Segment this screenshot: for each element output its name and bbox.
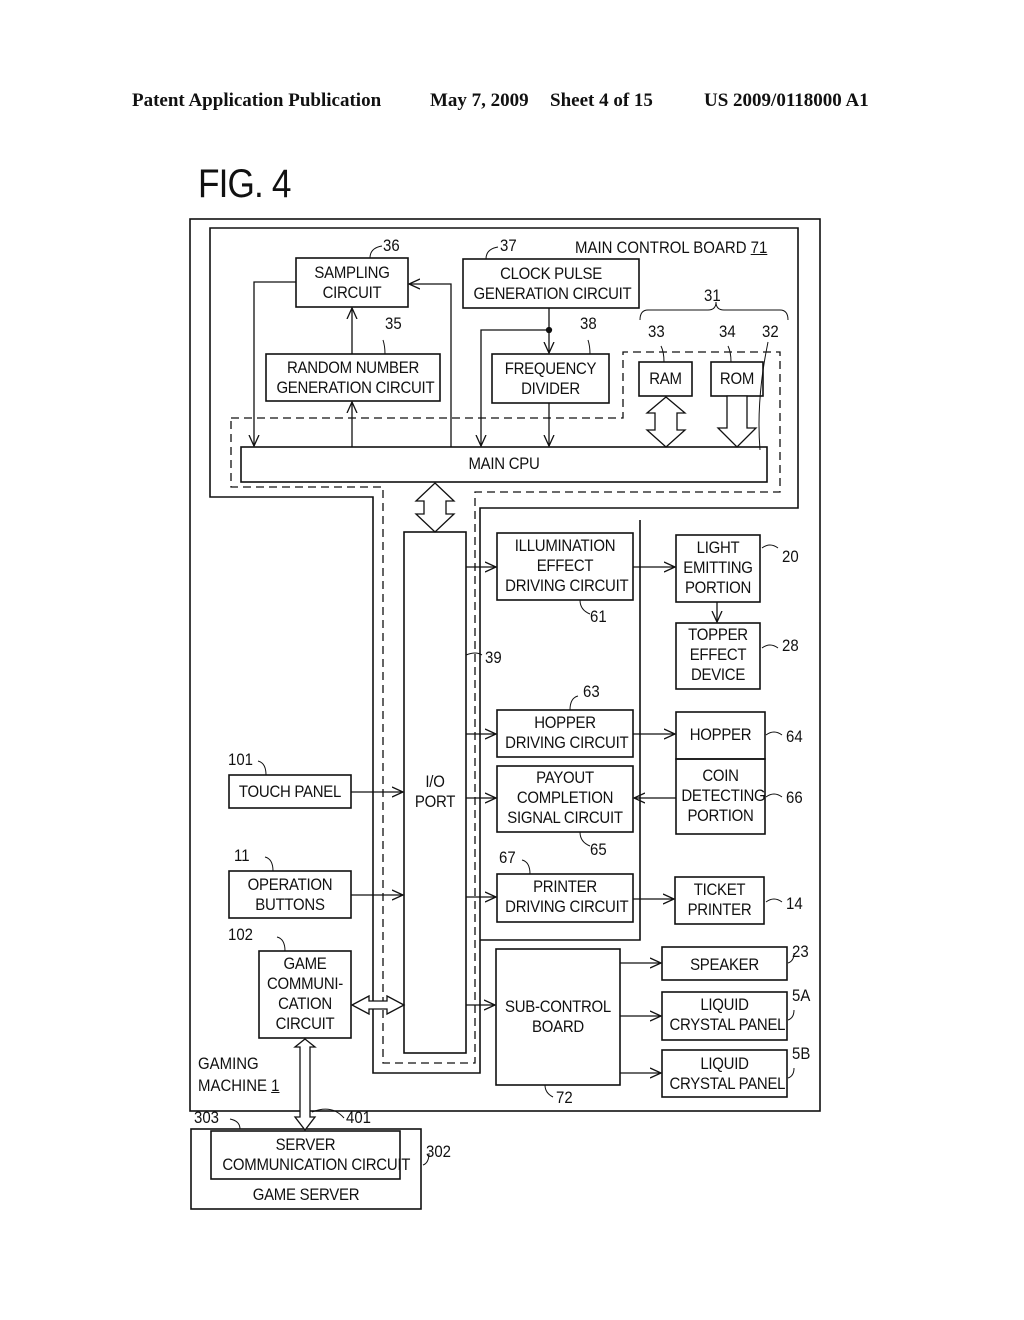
frequency-divider-label: FREQUENCY DIVIDER (504, 359, 597, 398)
ref-28: 28 (782, 636, 799, 655)
ref-401: 401 (346, 1108, 371, 1127)
network-arrow (293, 1038, 317, 1132)
ram-bus-arrow (645, 396, 687, 448)
io-port-label: I/O PORT (414, 772, 456, 811)
sampling-circuit-label: SAMPLING CIRCUIT (314, 263, 390, 302)
gaming-machine-label: GAMING MACHINE 1 (198, 1054, 280, 1095)
game-server-label: GAME SERVER (252, 1185, 360, 1204)
ref-72: 72 (556, 1088, 573, 1107)
ref-65: 65 (590, 840, 607, 859)
ref-302: 302 (426, 1142, 451, 1161)
ref-37: 37 (500, 236, 517, 255)
sub-control-label: SUB-CONTROL BOARD (505, 997, 611, 1036)
speaker-label: SPEAKER (690, 955, 759, 974)
comm-io-arrow (350, 994, 406, 1016)
ref-23: 23 (792, 942, 809, 961)
ref-101: 101 (228, 750, 253, 769)
operation-buttons-label: OPERATION BUTTONS (247, 875, 333, 914)
ref-38: 38 (580, 314, 597, 333)
ref-34: 34 (719, 322, 736, 341)
ref-67: 67 (499, 848, 516, 867)
lcd-a-label: LIQUID CRYSTAL PANEL (669, 995, 786, 1034)
ref-20: 20 (782, 547, 799, 566)
coin-detecting-label: COIN DETECTING PORTION (681, 766, 766, 825)
lcd-b-label: LIQUID CRYSTAL PANEL (669, 1054, 786, 1093)
hopper-driving-label: HOPPER DRIVING CIRCUIT (505, 713, 629, 752)
light-emitting-label: LIGHT EMITTING PORTION (683, 538, 753, 597)
ref-39: 39 (485, 648, 502, 667)
ref-14: 14 (786, 894, 803, 913)
ref-32: 32 (762, 322, 779, 341)
ref-303: 303 (194, 1108, 219, 1127)
rom-bus-arrow (716, 395, 758, 448)
payout-label: PAYOUT COMPLETION SIGNAL CIRCUIT (507, 768, 623, 827)
random-number-label: RANDOM NUMBER GENERATION CIRCUIT (276, 358, 435, 397)
printer-driving-label: PRINTER DRIVING CIRCUIT (505, 877, 629, 916)
ram-label: RAM (649, 369, 682, 388)
ticket-printer-label: TICKET PRINTER (687, 880, 752, 919)
block-diagram (189, 218, 821, 1210)
topper-label: TOPPER EFFECT DEVICE (688, 625, 748, 684)
rom-label: ROM (719, 369, 755, 388)
main-board-label: MAIN CONTROL BOARD 71 (575, 238, 768, 257)
clock-pulse-label: CLOCK PULSE GENERATION CIRCUIT (473, 264, 632, 303)
ref-35: 35 (385, 314, 402, 333)
ref-5a: 5A (792, 986, 811, 1005)
touch-panel-label: TOUCH PANEL (238, 782, 342, 801)
ref-5b: 5B (792, 1044, 811, 1063)
main-cpu-label: MAIN CPU (468, 454, 540, 473)
ref-64: 64 (786, 727, 803, 746)
ref-66: 66 (786, 788, 803, 807)
game-comm-label: GAME COMMUNI- CATION CIRCUIT (266, 954, 344, 1033)
ref-31: 31 (704, 286, 721, 305)
hopper-label: HOPPER (689, 725, 752, 744)
cpu-io-bus-arrow (414, 482, 456, 533)
server-comm-label: SERVER COMMUNICATION CIRCUIT (222, 1135, 411, 1174)
ref-102: 102 (228, 925, 253, 944)
ref-61: 61 (590, 607, 607, 626)
ref-33: 33 (648, 322, 665, 341)
illumination-label: ILLUMINATION EFFECT DRIVING CIRCUIT (505, 536, 629, 595)
ref-36: 36 (383, 236, 400, 255)
ref-63: 63 (583, 682, 600, 701)
ref-11: 11 (234, 846, 250, 865)
